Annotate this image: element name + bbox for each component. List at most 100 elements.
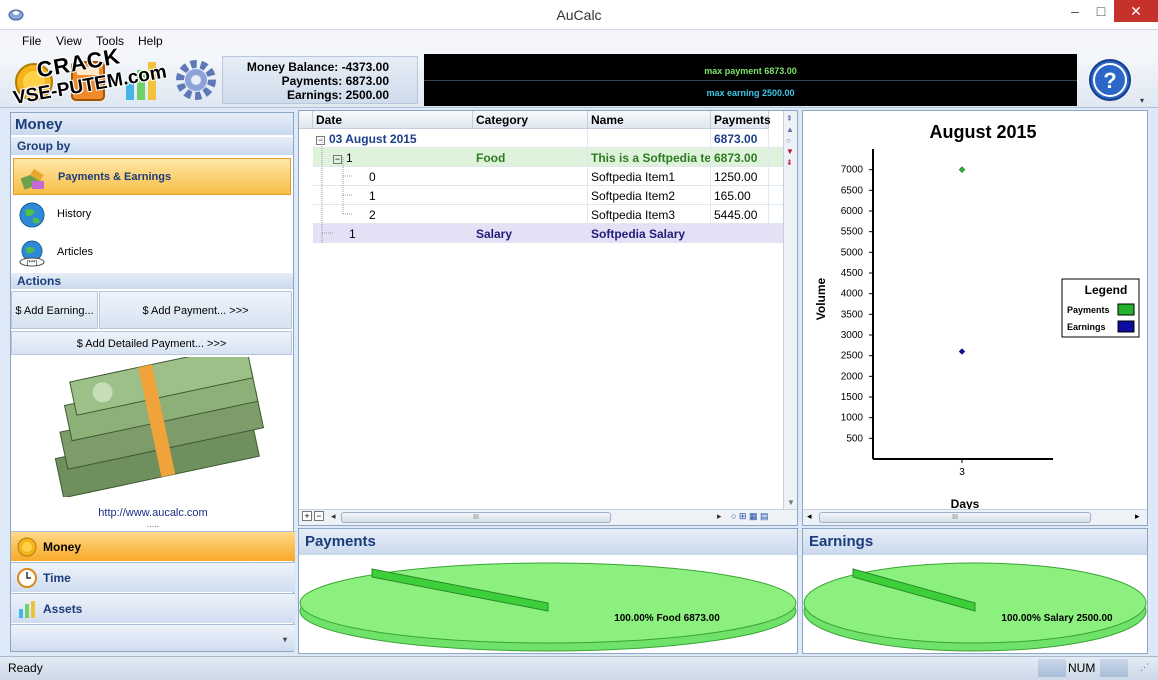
col-date[interactable]: Date bbox=[313, 111, 473, 129]
toolbar-dropdown-icon[interactable]: ▾ bbox=[1140, 96, 1144, 105]
status-bar: Ready NUM ⋰ bbox=[0, 656, 1158, 680]
maximize-button[interactable]: □ bbox=[1088, 0, 1114, 22]
svg-text:?: ? bbox=[1103, 68, 1116, 93]
cell-payments: 5445.00 bbox=[711, 205, 769, 224]
col-category[interactable]: Category bbox=[473, 111, 588, 129]
scroll-right-arrow[interactable]: ▸ bbox=[1135, 511, 1140, 522]
scroll-left-arrow[interactable]: ◂ bbox=[807, 511, 812, 522]
clock-icon bbox=[17, 568, 37, 588]
table-row[interactable]: 1 Softpedia Item2 165.00 bbox=[313, 186, 783, 205]
coin-icon bbox=[17, 537, 37, 557]
col-payments[interactable]: Payments bbox=[711, 111, 771, 129]
table-row[interactable]: −1 Food This is a Softpedia test 6873.00 bbox=[313, 148, 783, 167]
collapse-all-icon[interactable]: − bbox=[314, 511, 324, 521]
balance-summary: Money Balance: -4373.00 Payments: 6873.0… bbox=[222, 56, 418, 104]
money-stack-image bbox=[54, 357, 265, 497]
menu-file[interactable]: File bbox=[22, 34, 41, 48]
cell-name: Softpedia Item2 bbox=[588, 186, 711, 205]
cell-payments: 1250.00 bbox=[711, 167, 769, 186]
y-tick-label: 7000 bbox=[841, 165, 864, 176]
table-row[interactable]: 1 Salary Softpedia Salary bbox=[313, 224, 783, 243]
cell-payments: 6873.00 bbox=[711, 129, 769, 148]
x-tick-label: 3 bbox=[959, 467, 965, 478]
legend-title: Legend bbox=[1085, 283, 1128, 297]
legend-label: Earnings bbox=[1067, 322, 1106, 332]
close-button[interactable]: ✕ bbox=[1114, 0, 1158, 22]
y-axis-label: Volume bbox=[814, 277, 828, 320]
y-tick-label: 6500 bbox=[841, 185, 864, 196]
add-payment-button[interactable]: $ Add Payment... >>> bbox=[99, 291, 292, 329]
minimize-button[interactable]: – bbox=[1062, 0, 1088, 22]
ticker-display: max payment 6873.00 max earning 2500.00 bbox=[424, 54, 1077, 106]
max-payment-text: max payment 6873.00 bbox=[704, 66, 797, 76]
status-text: Ready bbox=[8, 661, 43, 675]
y-tick-label: 2500 bbox=[841, 351, 864, 362]
cell-payments: 165.00 bbox=[711, 186, 769, 205]
expand-all-icon[interactable]: + bbox=[302, 511, 312, 521]
y-tick-label: 4500 bbox=[841, 268, 864, 279]
grid-horizontal-scrollbar[interactable]: + − ◂ III ▸ ○ ⊞ ▦ ▤ bbox=[299, 509, 797, 525]
cell-name: This is a Softpedia test bbox=[588, 148, 711, 167]
scroll-right-arrow[interactable]: ▸ bbox=[717, 511, 722, 522]
earnings-total: Earnings: 2500.00 bbox=[286, 88, 389, 102]
nav-overflow[interactable]: ▾ bbox=[11, 624, 295, 651]
help-icon[interactable]: ? bbox=[1084, 56, 1136, 104]
cell-payments bbox=[711, 224, 769, 243]
table-row[interactable]: 0 Softpedia Item1 1250.00 bbox=[313, 167, 783, 186]
col-name[interactable]: Name bbox=[588, 111, 711, 129]
group-articles[interactable]: {***} Articles bbox=[13, 234, 291, 271]
num-lock-indicator: NUM bbox=[1068, 661, 1096, 675]
nav-time[interactable]: Time bbox=[11, 562, 295, 592]
chevron-down-icon[interactable]: ▾ bbox=[283, 625, 287, 655]
splitter-handle[interactable]: ..... bbox=[11, 520, 295, 529]
payments-pie-label: 100.00% Food 6873.00 bbox=[614, 613, 720, 624]
chart-panel: August 2015 Volume Days 500 1000 1500 2000 2… bbox=[802, 110, 1148, 526]
max-earning-text: max earning 2500.00 bbox=[706, 88, 795, 98]
window-title: AuCalc bbox=[556, 7, 602, 23]
title-bar: AuCalc – □ ✕ bbox=[0, 0, 1158, 30]
status-panel bbox=[1100, 659, 1128, 677]
payments-earnings-icon bbox=[20, 169, 44, 190]
globe-articles-icon: {***} bbox=[19, 240, 45, 267]
svg-text:{***}: {***} bbox=[26, 261, 37, 267]
table-row[interactable]: −03 August 2015 6873.00 bbox=[313, 129, 783, 148]
legend-swatch bbox=[1117, 320, 1135, 333]
group-history[interactable]: History bbox=[13, 196, 291, 233]
add-earning-button[interactable]: $ Add Earning... bbox=[11, 291, 98, 329]
nav-time-label: Time bbox=[43, 571, 71, 585]
earnings-pie-chart: 100.00% Salary 2500.00 bbox=[803, 562, 1147, 652]
ticker-divider bbox=[424, 80, 1077, 81]
status-panel bbox=[1038, 659, 1066, 677]
table-row[interactable]: 2 Softpedia Item3 5445.00 bbox=[313, 205, 783, 224]
chart-horizontal-scrollbar[interactable]: ◂ III ▸ bbox=[803, 509, 1147, 525]
legend-swatch bbox=[1117, 303, 1135, 316]
group-item-label: History bbox=[57, 208, 92, 220]
group-payments-earnings[interactable]: Payments & Earnings bbox=[13, 158, 291, 195]
chart-scroll-thumb[interactable]: III bbox=[819, 512, 1091, 523]
resize-grip-icon[interactable]: ⋰ bbox=[1140, 662, 1149, 673]
payments-pie-chart: 100.00% Food 6873.00 bbox=[299, 562, 797, 652]
add-detailed-payment-button[interactable]: $ Add Detailed Payment... >>> bbox=[11, 331, 292, 355]
y-tick-label: 5000 bbox=[841, 247, 864, 258]
navigator-icons[interactable]: ⇞ ▲ ○ ▼ ⇟ bbox=[786, 113, 794, 168]
grid-vertical-scrollbar[interactable]: ⇞ ▲ ○ ▼ ⇟ ▼ bbox=[783, 111, 797, 509]
money-balance: Money Balance: -4373.00 bbox=[246, 60, 389, 74]
cell-name: Softpedia Item3 bbox=[588, 205, 711, 224]
view-mode-icons[interactable]: ○ ⊞ ▦ ▤ bbox=[731, 511, 769, 522]
website-link[interactable]: http://www.aucalc.com bbox=[11, 507, 295, 519]
scroll-thumb[interactable]: III bbox=[341, 512, 611, 523]
nav-money[interactable]: Money bbox=[11, 531, 295, 561]
y-tick-label: 5500 bbox=[841, 227, 864, 238]
scroll-down-arrow[interactable]: ▼ bbox=[787, 498, 795, 507]
scroll-left-arrow[interactable]: ◂ bbox=[331, 511, 336, 522]
group-item-label: Articles bbox=[57, 246, 94, 258]
y-tick-label: 3500 bbox=[841, 309, 864, 320]
nav-assets[interactable]: Assets bbox=[11, 593, 295, 623]
cell-payments: 6873.00 bbox=[711, 148, 769, 167]
y-tick-label: 6000 bbox=[841, 206, 864, 217]
earnings-pie-label: 100.00% Salary 2500.00 bbox=[1001, 613, 1113, 624]
menu-view[interactable]: View bbox=[56, 34, 82, 48]
payments-grid: Date Category Name Payments −03 August 2… bbox=[298, 110, 798, 526]
cell-name: Softpedia Item1 bbox=[588, 167, 711, 186]
chart-legend: Legend Payments Earnings bbox=[1061, 278, 1140, 338]
